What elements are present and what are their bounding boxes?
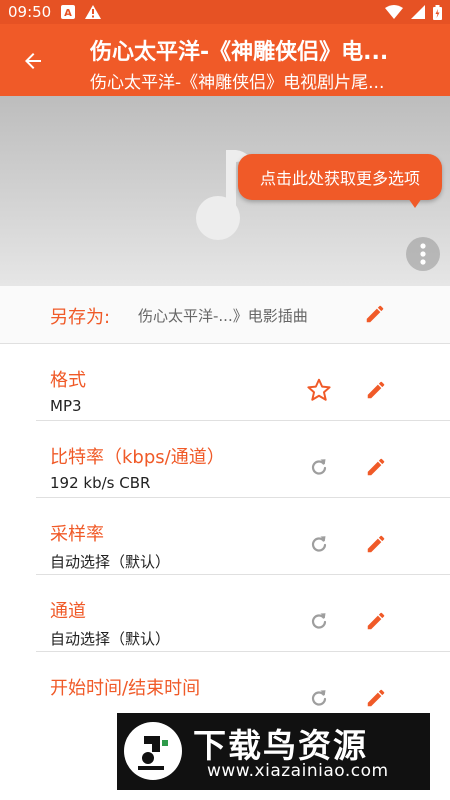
bird-logo-icon xyxy=(138,736,168,770)
more-options-tooltip[interactable]: 点击此处获取更多选项 xyxy=(238,154,442,200)
save-as-filename: 伤心太平洋-...》电影插曲 xyxy=(138,307,308,325)
wifi-icon xyxy=(385,5,403,19)
setting-label: 通道 xyxy=(50,601,86,622)
setting-value: 自动选择（默认） xyxy=(50,553,171,571)
svg-text:A: A xyxy=(64,8,72,19)
page-title: 伤心太平洋-《神雕侠侣》电... xyxy=(90,40,389,65)
watermark-url: www.xiazainiao.com xyxy=(207,761,389,781)
watermark-logo xyxy=(124,722,182,780)
save-as-label: 另存为: xyxy=(50,307,111,328)
setting-value: 192 kb/s CBR xyxy=(50,474,151,492)
save-as-edit-button[interactable] xyxy=(364,303,386,329)
reset-button[interactable] xyxy=(306,454,332,480)
setting-label: 开始时间/结束时间 xyxy=(50,678,201,699)
pencil-icon xyxy=(366,305,384,323)
setting-value: 自动选择（默认） xyxy=(50,630,171,648)
more-vertical-icon xyxy=(420,243,426,265)
status-time: 09:50 xyxy=(8,3,52,21)
reset-button[interactable] xyxy=(306,608,332,634)
reset-button[interactable] xyxy=(306,531,332,557)
setting-label: 采样率 xyxy=(50,524,104,545)
reset-icon xyxy=(311,459,327,475)
edit-button[interactable] xyxy=(363,377,389,403)
signal-icon xyxy=(411,5,425,19)
setting-row-channel[interactable]: 通道 自动选择（默认） xyxy=(0,575,450,652)
edit-button[interactable] xyxy=(363,531,389,557)
battery-icon xyxy=(433,4,442,20)
status-bar: 09:50 A xyxy=(0,0,450,24)
reset-icon xyxy=(311,613,327,629)
font-a-icon: A xyxy=(61,5,76,19)
tooltip-text: 点击此处获取更多选项 xyxy=(259,169,420,188)
album-art-area: 点击此处获取更多选项 xyxy=(0,96,450,286)
save-as-row: 另存为: 伤心太平洋-...》电影插曲 xyxy=(0,286,450,344)
edit-button[interactable] xyxy=(363,685,389,711)
setting-row-start-end-time[interactable]: 开始时间/结束时间 xyxy=(0,652,450,714)
edit-button[interactable] xyxy=(363,608,389,634)
pencil-icon xyxy=(367,535,385,553)
more-options-button[interactable] xyxy=(406,237,440,271)
watermark-title: 下载鸟资源 xyxy=(193,726,368,765)
warning-icon xyxy=(85,5,102,19)
app-bar: 伤心太平洋-《神雕侠侣》电... 伤心太平洋-《神雕侠侣》电视剧片尾... xyxy=(0,24,450,96)
setting-value: MP3 xyxy=(50,397,82,415)
pencil-icon xyxy=(367,458,385,476)
arrow-back-icon xyxy=(25,53,41,69)
setting-row-bitrate[interactable]: 比特率（kbps/通道） 192 kb/s CBR xyxy=(0,421,450,498)
setting-row-sample-rate[interactable]: 采样率 自动选择（默认） xyxy=(0,498,450,575)
setting-row-format[interactable]: 格式 MP3 xyxy=(0,344,450,421)
star-outline-icon xyxy=(307,378,331,401)
page-subtitle: 伤心太平洋-《神雕侠侣》电视剧片尾... xyxy=(90,73,385,93)
back-button[interactable] xyxy=(18,46,48,76)
setting-label: 格式 xyxy=(50,370,86,391)
tooltip-tail xyxy=(408,198,422,208)
setting-label: 比特率（kbps/通道） xyxy=(50,447,225,468)
favorite-button[interactable] xyxy=(306,377,332,403)
reset-icon xyxy=(311,536,327,552)
reset-icon xyxy=(311,690,327,706)
edit-button[interactable] xyxy=(363,454,389,480)
settings-list: 格式 MP3 比特率（kbps/通道） 192 kb/s CBR 采样率 自动选… xyxy=(0,344,450,714)
pencil-icon xyxy=(367,612,385,630)
pencil-icon xyxy=(367,689,385,707)
pencil-icon xyxy=(367,381,385,399)
reset-button[interactable] xyxy=(306,685,332,711)
watermark-banner: 下载鸟资源 www.xiazainiao.com xyxy=(117,713,430,790)
